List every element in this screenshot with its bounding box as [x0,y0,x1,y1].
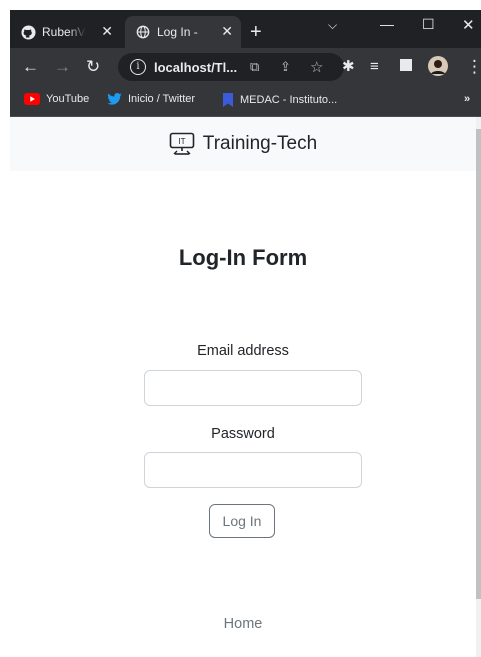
reload-icon[interactable]: ↻ [86,57,100,77]
bookmark-twitter[interactable]: Inicio / Twitter [107,93,195,105]
training-tech-logo-icon: IT [169,132,195,156]
login-button[interactable]: Log In [209,504,275,538]
forward-icon[interactable]: → [54,57,71,77]
more-bookmarks-icon[interactable]: » [464,93,470,105]
tab-title: Log In - [157,25,198,39]
svg-text:IT: IT [178,137,185,146]
tab-title: RubenVa [42,25,86,39]
extensions-icon[interactable]: ✱ [342,57,355,77]
bookmark-label: MEDAC - Instituto... [240,94,338,106]
bookmark-label: Inicio / Twitter [128,93,196,105]
password-field[interactable] [144,452,362,488]
reading-list-icon[interactable]: ≡ [370,57,379,77]
address-bar[interactable]: i localhost/Tl... ⧉ ⇪ ☆ [118,53,344,81]
bookmark-star-icon[interactable]: ☆ [310,58,323,76]
home-link[interactable]: Home [10,616,476,632]
close-tab-icon[interactable]: ✕ [221,23,233,39]
new-tab-button[interactable]: + [250,22,262,42]
browser-window: RubenVa ✕ Log In - ✕ + ⌵ — ☐ ✕ ← → ↻ i l… [0,0,481,657]
share-icon[interactable]: ⇪ [280,59,291,75]
back-icon[interactable]: ← [22,57,39,77]
minimize-icon[interactable]: — [380,16,394,32]
youtube-icon [24,93,40,105]
password-label: Password [211,426,275,442]
page-content: IT Training-Tech Log-In Form Email addre… [10,117,476,657]
brand-link[interactable]: IT Training-Tech [169,132,317,156]
site-navbar: IT Training-Tech [10,117,476,171]
tab-strip: RubenVa ✕ Log In - ✕ + ⌵ — ☐ ✕ [10,10,481,48]
globe-icon [135,24,151,40]
github-icon [20,24,36,40]
close-window-icon[interactable]: ✕ [462,16,475,34]
tab-login[interactable]: Log In - ✕ [125,16,241,48]
browser-toolbar: ← → ↻ i localhost/Tl... ⧉ ⇪ ☆ ✱ ≡ ⋮ [10,48,481,86]
close-tab-icon[interactable]: ✕ [101,23,113,39]
profile-avatar[interactable] [428,56,448,81]
side-panel-icon[interactable] [400,59,412,71]
twitter-icon [107,93,122,105]
tab-github[interactable]: RubenVa ✕ [10,16,121,48]
bookmark-icon [222,93,234,107]
email-field[interactable] [144,370,362,406]
bookmark-label: YouTube [46,93,90,105]
bookmark-medac[interactable]: MEDAC - Instituto... [222,93,337,107]
translate-icon[interactable]: ⧉ [250,59,259,75]
scrollbar-thumb[interactable] [476,129,481,599]
menu-icon[interactable]: ⋮ [466,57,481,77]
bookmarks-bar: YouTube Inicio / Twitter MEDAC - Institu… [10,86,481,117]
bookmark-youtube[interactable]: YouTube [24,93,89,105]
maximize-icon[interactable]: ☐ [422,16,435,33]
address-text: localhost/Tl... [154,59,238,75]
page-scrollbar[interactable] [476,117,481,657]
tab-search-icon[interactable]: ⌵ [328,18,337,33]
form-title: Log-In Form [178,245,308,270]
site-info-icon[interactable]: i [130,59,146,75]
brand-name: Training-Tech [202,133,318,154]
email-label: Email address [197,343,289,359]
